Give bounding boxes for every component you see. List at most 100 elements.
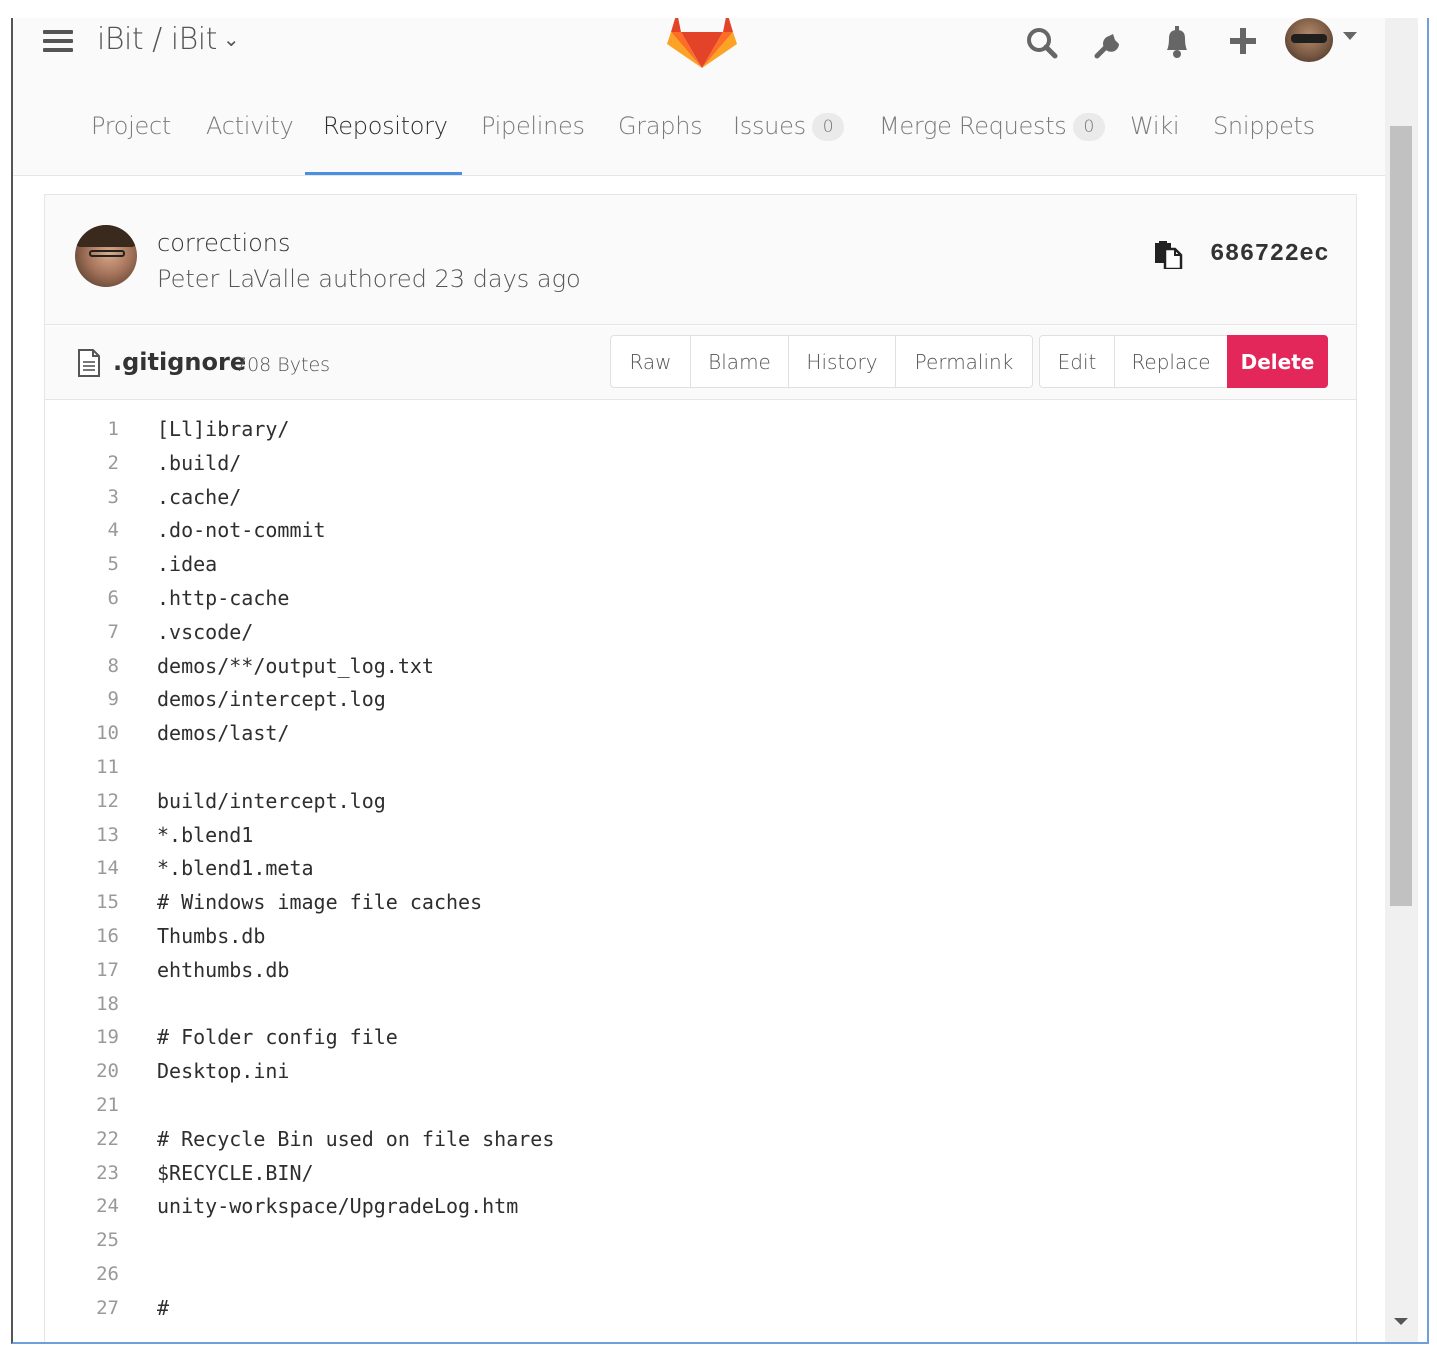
line-number[interactable]: 17 (45, 954, 119, 988)
replace-button[interactable]: Replace (1114, 335, 1228, 388)
clipboard-icon[interactable] (1153, 241, 1183, 269)
line-number[interactable]: 16 (45, 920, 119, 954)
line-number[interactable]: 18 (45, 988, 119, 1022)
issues-count-badge: 0 (811, 113, 845, 141)
line-number[interactable]: 22 (45, 1123, 119, 1157)
line-number[interactable]: 6 (45, 582, 119, 616)
line-content: .cache/ (157, 484, 242, 509)
tab-issues[interactable]: Issues 0 (733, 112, 845, 143)
line-number[interactable]: 5 (45, 548, 119, 582)
commit-message[interactable]: corrections (157, 229, 291, 257)
active-tab-indicator (305, 172, 462, 175)
edit-actions-group: Edit Replace Delete (1039, 335, 1328, 388)
line-number[interactable]: 11 (45, 751, 119, 785)
line-number[interactable]: 1 (45, 413, 119, 447)
code-line: 26 (45, 1258, 1356, 1292)
line-number[interactable]: 19 (45, 1021, 119, 1055)
gitlab-logo-icon[interactable] (667, 18, 737, 70)
line-content: .do-not-commit (157, 518, 326, 543)
plus-icon[interactable] (1223, 22, 1263, 62)
line-content: .idea (157, 552, 218, 577)
line-number[interactable]: 8 (45, 650, 119, 684)
line-number[interactable]: 25 (45, 1224, 119, 1258)
line-content: *.blend1 (157, 822, 254, 847)
tab-wiki[interactable]: Wiki (1130, 112, 1180, 140)
line-number[interactable]: 9 (45, 683, 119, 717)
tab-graphs[interactable]: Graphs (618, 112, 703, 140)
code-line: 3 .cache/ (45, 481, 1356, 515)
code-line: 16 Thumbs.db (45, 920, 1356, 954)
scrollbar-thumb[interactable] (1390, 126, 1412, 906)
code-line: 22 # Recycle Bin used on file shares (45, 1123, 1356, 1157)
line-number[interactable]: 4 (45, 514, 119, 548)
file-text-icon (78, 349, 100, 377)
file-header-bar: .gitignore 708 Bytes Raw Blame History P… (45, 326, 1356, 400)
chevron-down-icon[interactable]: ⌄ (223, 27, 240, 51)
line-number[interactable]: 24 (45, 1190, 119, 1224)
line-content: # Recycle Bin used on file shares (157, 1126, 555, 1151)
line-content: Thumbs.db (157, 924, 266, 948)
code-line: 10 demos/last/ (45, 717, 1356, 751)
tab-merge-requests[interactable]: Merge Requests 0 (879, 112, 1106, 143)
project-title[interactable]: iBit / iBit ⌄ (97, 22, 240, 57)
line-number[interactable]: 3 (45, 481, 119, 515)
line-number[interactable]: 23 (45, 1157, 119, 1191)
tab-project[interactable]: Project (91, 112, 171, 140)
line-content: .vscode/ (157, 619, 254, 644)
line-number[interactable]: 2 (45, 447, 119, 481)
tab-repository[interactable]: Repository (323, 112, 448, 140)
delete-button[interactable]: Delete (1227, 335, 1328, 388)
line-number[interactable]: 14 (45, 852, 119, 886)
project-path[interactable]: iBit / iBit (97, 22, 217, 57)
code-line: 27 # (45, 1292, 1356, 1326)
history-button[interactable]: History (788, 335, 896, 388)
line-number[interactable]: 21 (45, 1089, 119, 1123)
line-number[interactable]: 26 (45, 1258, 119, 1292)
code-line: 18 (45, 988, 1356, 1022)
line-number[interactable]: 27 (45, 1292, 119, 1326)
line-content: *.blend1.meta (157, 856, 314, 881)
caret-down-icon[interactable] (1343, 32, 1357, 40)
code-line: 8 demos/**/output_log.txt (45, 650, 1356, 684)
blame-button[interactable]: Blame (690, 335, 789, 388)
view-actions-group: Raw Blame History Permalink (610, 335, 1033, 388)
line-number[interactable]: 12 (45, 785, 119, 819)
edit-button[interactable]: Edit (1039, 335, 1115, 388)
line-number[interactable]: 15 (45, 886, 119, 920)
search-icon[interactable] (1023, 22, 1063, 62)
code-line: 7 .vscode/ (45, 616, 1356, 650)
code-line: 24 unity-workspace/UpgradeLog.htm (45, 1190, 1356, 1224)
line-number[interactable]: 20 (45, 1055, 119, 1089)
bell-icon[interactable] (1157, 22, 1197, 62)
code-line: 15 # Windows image file caches (45, 886, 1356, 920)
code-line: 1 [Ll]ibrary/ (45, 413, 1356, 447)
raw-button[interactable]: Raw (610, 335, 691, 388)
line-content: $RECYCLE.BIN/ (157, 1160, 314, 1185)
code-line: 9 demos/intercept.log (45, 683, 1356, 717)
permalink-button[interactable]: Permalink (895, 335, 1033, 388)
line-content: Desktop.ini (157, 1059, 290, 1084)
tab-pipelines[interactable]: Pipelines (481, 112, 585, 140)
tab-activity[interactable]: Activity (206, 112, 294, 140)
line-content: .build/ (157, 450, 242, 475)
merge-requests-count-badge: 0 (1072, 113, 1106, 141)
code-viewer[interactable]: 1 [Ll]ibrary/2 .build/3 .cache/4 .do-not-com… (45, 401, 1356, 1342)
line-content: # Folder config file (157, 1025, 398, 1050)
author-avatar[interactable] (75, 225, 137, 287)
scroll-down-arrow-icon[interactable] (1394, 1318, 1408, 1325)
hamburger-menu-icon[interactable] (43, 30, 73, 54)
file-panel: corrections Peter LaValle authored 23 da… (44, 194, 1357, 1342)
vertical-scrollbar[interactable] (1385, 18, 1418, 1342)
line-number[interactable]: 7 (45, 616, 119, 650)
commit-sha[interactable]: 686722ec (1210, 241, 1329, 268)
user-avatar[interactable] (1285, 18, 1333, 62)
line-number[interactable]: 13 (45, 819, 119, 853)
line-number[interactable]: 10 (45, 717, 119, 751)
code-line: 6 .http-cache (45, 582, 1356, 616)
desktop-background (0, 0, 1437, 18)
code-line: 11 (45, 751, 1356, 785)
line-content: build/intercept.log (157, 788, 386, 813)
tab-snippets[interactable]: Snippets (1213, 112, 1315, 140)
wrench-icon[interactable] (1089, 22, 1129, 62)
code-line: 21 (45, 1089, 1356, 1123)
